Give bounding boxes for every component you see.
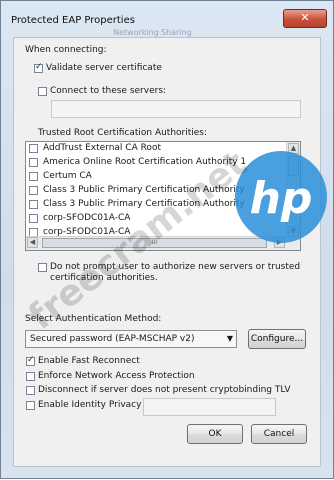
validate-server-certificate-checkbox[interactable] bbox=[34, 62, 43, 73]
chevron-down-icon: ▼ bbox=[226, 334, 233, 343]
list-item[interactable]: America Online Root Certification Author… bbox=[26, 156, 286, 170]
grip-icon: III bbox=[151, 239, 158, 246]
identity-privacy-input[interactable] bbox=[143, 398, 276, 416]
do-not-prompt-label-continued[interactable]: certification authorities. bbox=[50, 273, 158, 283]
connect-to-servers-label[interactable]: Connect to these servers: bbox=[50, 86, 166, 96]
ca-label: Class 3 Public Primary Certification Aut… bbox=[43, 185, 245, 195]
list-item[interactable]: AddTrust External CA Root bbox=[26, 142, 286, 156]
scroll-right-button[interactable]: ▶ bbox=[274, 237, 285, 248]
ca-label: Certum CA bbox=[43, 171, 92, 181]
ca-checkbox[interactable] bbox=[29, 214, 38, 223]
servers-input[interactable] bbox=[51, 100, 301, 118]
list-item[interactable]: Class 3 Public Primary Certification Aut… bbox=[26, 184, 286, 198]
scroll-down-button[interactable]: ▼ bbox=[288, 226, 299, 237]
list-item[interactable]: Class 3 Public Primary Certification Aut… bbox=[26, 198, 286, 212]
title-bar[interactable]: Protected EAP Properties Networking Shar… bbox=[1, 1, 333, 37]
list-item[interactable]: Certum CA bbox=[26, 170, 286, 184]
scroll-left-button[interactable]: ◀ bbox=[27, 237, 38, 248]
enable-fast-reconnect-checkbox[interactable] bbox=[26, 355, 35, 366]
trusted-root-list[interactable]: AddTrust External CA Root America Online… bbox=[25, 141, 301, 251]
ok-button[interactable]: OK bbox=[187, 424, 243, 444]
scrollbar-corner bbox=[287, 237, 300, 250]
enforce-nap-label[interactable]: Enforce Network Access Protection bbox=[38, 371, 195, 381]
ca-checkbox[interactable] bbox=[29, 186, 38, 195]
vertical-scrollbar[interactable]: ▲ ▼ bbox=[286, 142, 300, 238]
auth-method-dropdown[interactable]: Secured password (EAP-MSCHAP v2) ▼ bbox=[25, 330, 237, 348]
scroll-up-button[interactable]: ▲ bbox=[288, 143, 299, 154]
close-button[interactable]: ✕ bbox=[283, 9, 327, 28]
ca-label: corp-SFODC01A-CA bbox=[43, 213, 131, 223]
ca-label: America Online Root Certification Author… bbox=[43, 157, 247, 167]
enable-identity-privacy-label[interactable]: Enable Identity Privacy bbox=[38, 400, 141, 410]
window-title: Protected EAP Properties bbox=[11, 15, 135, 26]
horizontal-scrollbar[interactable]: ◀ III ▶ bbox=[26, 236, 288, 250]
background-tab-text: Networking bbox=[113, 28, 159, 37]
ca-checkbox[interactable] bbox=[29, 144, 38, 153]
close-icon: ✕ bbox=[300, 11, 310, 24]
horizontal-scroll-thumb[interactable]: III bbox=[42, 238, 267, 248]
background-tab-text: Sharing bbox=[161, 28, 192, 37]
auth-method-selected: Secured password (EAP-MSCHAP v2) bbox=[30, 334, 195, 344]
connect-to-servers-checkbox[interactable] bbox=[38, 87, 47, 96]
ca-checkbox[interactable] bbox=[29, 172, 38, 181]
chevron-down-icon: ▼ bbox=[290, 227, 297, 235]
do-not-prompt-checkbox[interactable] bbox=[38, 263, 47, 272]
validate-server-certificate-label[interactable]: Validate server certificate bbox=[46, 63, 162, 73]
vertical-scroll-thumb[interactable] bbox=[288, 156, 299, 176]
ca-label: Class 3 Public Primary Certification Aut… bbox=[43, 199, 245, 209]
configure-button[interactable]: Configure... bbox=[248, 329, 306, 349]
disconnect-cryptobinding-checkbox[interactable] bbox=[26, 386, 35, 395]
when-connecting-heading: When connecting: bbox=[25, 45, 107, 55]
do-not-prompt-label[interactable]: Do not prompt user to authorize new serv… bbox=[50, 262, 300, 272]
auth-method-heading: Select Authentication Method: bbox=[25, 314, 162, 324]
chevron-left-icon: ◀ bbox=[29, 238, 36, 246]
eap-properties-dialog: Protected EAP Properties Networking Shar… bbox=[0, 0, 334, 479]
list-item[interactable]: corp-SFODC01A-CA bbox=[26, 212, 286, 226]
enforce-nap-checkbox[interactable] bbox=[26, 372, 35, 381]
trusted-root-heading: Trusted Root Certification Authorities: bbox=[38, 128, 208, 138]
chevron-up-icon: ▲ bbox=[290, 144, 297, 152]
ca-label: AddTrust External CA Root bbox=[43, 143, 161, 153]
ca-checkbox[interactable] bbox=[29, 158, 38, 167]
cancel-button[interactable]: Cancel bbox=[251, 424, 307, 444]
ca-checkbox[interactable] bbox=[29, 200, 38, 209]
disconnect-cryptobinding-label[interactable]: Disconnect if server does not present cr… bbox=[38, 385, 291, 395]
chevron-right-icon: ▶ bbox=[276, 238, 283, 246]
enable-identity-privacy-checkbox[interactable] bbox=[26, 401, 35, 410]
enable-fast-reconnect-label[interactable]: Enable Fast Reconnect bbox=[38, 356, 140, 366]
